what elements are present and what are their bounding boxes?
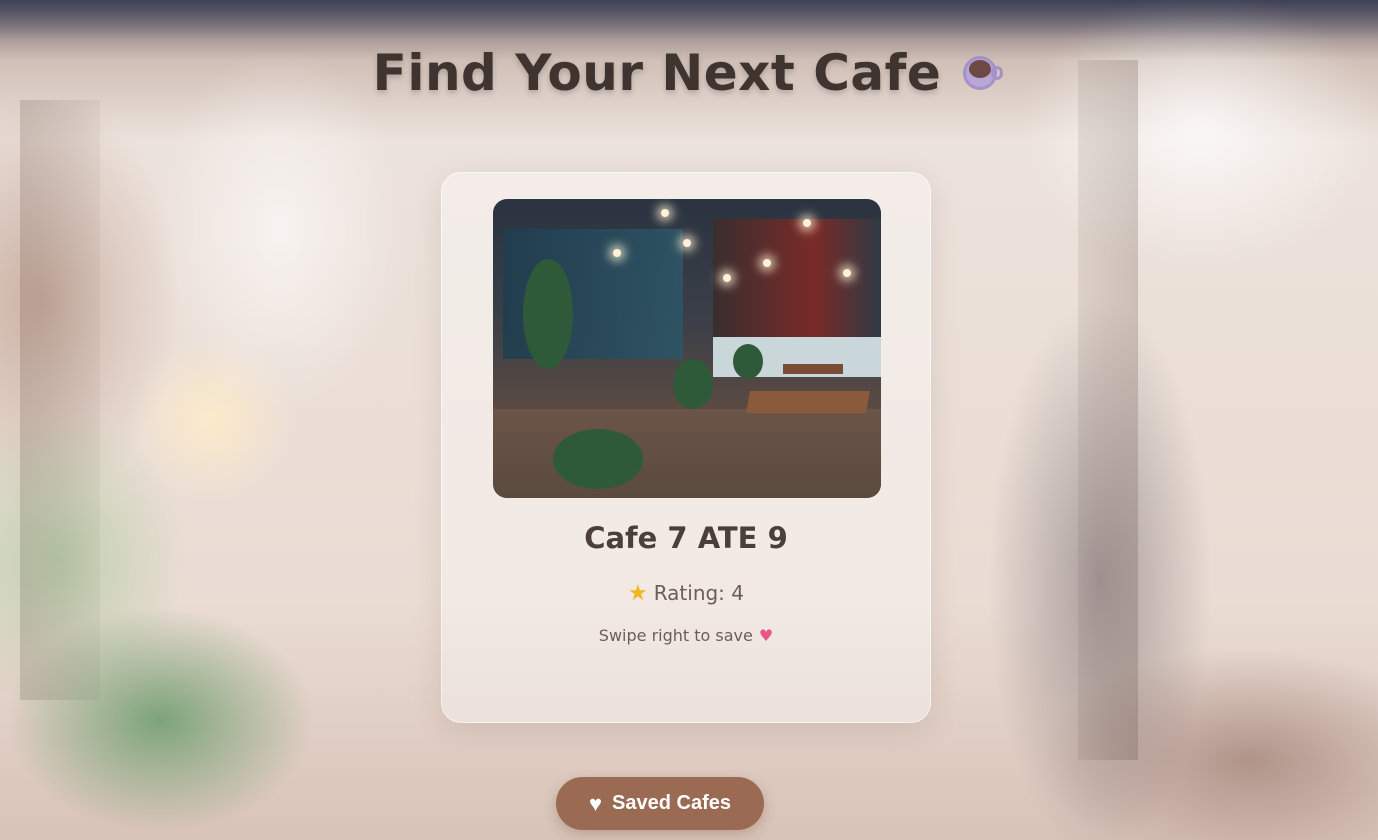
rating-text: Rating: 4: [653, 581, 745, 605]
cafe-rating: ★ Rating: 4: [442, 581, 930, 606]
star-icon: ★: [627, 581, 648, 606]
cafe-name: Cafe 7 ATE 9: [584, 521, 788, 555]
coffee-cup-icon: [959, 50, 1005, 96]
page-title-text: Find Your Next Cafe: [372, 44, 942, 102]
page-title: Find Your Next Cafe: [0, 44, 1378, 102]
saved-cafes-button[interactable]: ♥ Saved Cafes: [556, 777, 764, 830]
swipe-hint-text: Swipe right to save: [598, 626, 753, 645]
saved-cafes-label: Saved Cafes: [612, 792, 732, 814]
cafe-card[interactable]: Cafe 7 ATE 9 ★ Rating: 4 Swipe right to s…: [441, 172, 931, 723]
cafe-photo: [493, 199, 881, 498]
heart-icon: ♥: [758, 626, 774, 645]
swipe-hint: Swipe right to save ♥: [442, 626, 930, 645]
heart-icon: ♥: [588, 790, 603, 816]
